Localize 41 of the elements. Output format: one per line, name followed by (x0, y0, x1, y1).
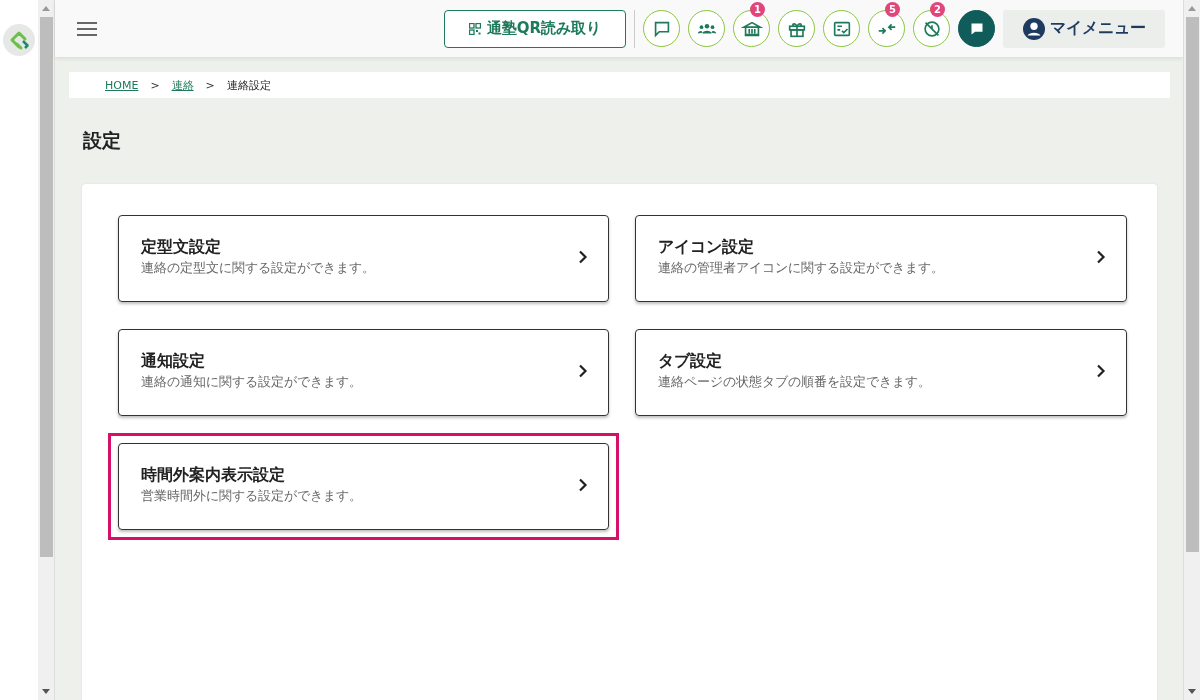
user-avatar-icon (1022, 17, 1045, 40)
breadcrumb-link[interactable]: HOME (105, 78, 139, 92)
chevron-right-icon (1096, 249, 1106, 264)
chat-bubble-button[interactable] (643, 10, 680, 47)
settings-card[interactable]: アイコン設定 連絡の管理者アイコンに関する設定ができます。 (635, 215, 1127, 302)
card-title: タブ設定 (658, 350, 723, 372)
chevron-right-icon (578, 363, 588, 378)
breadcrumb-link[interactable]: 連絡 (171, 77, 194, 93)
checklist-button[interactable] (823, 10, 860, 47)
gift-button[interactable] (778, 10, 815, 47)
my-menu-button[interactable]: マイメニュー (1003, 9, 1165, 48)
message-button[interactable] (958, 10, 995, 47)
card-description: 連絡の管理者アイコンに関する設定ができます。 (658, 259, 945, 277)
settings-card[interactable]: 定型文設定 連絡の定型文に関する設定ができます。 (118, 215, 609, 302)
breadcrumb-current: 連絡設定 (226, 77, 271, 93)
qr-scan-button[interactable]: 通塾QR読み取り (444, 9, 626, 48)
card-description: 営業時間外に関する設定ができます。 (141, 487, 363, 505)
card-description: 連絡の通知に関する設定ができます。 (141, 373, 363, 391)
settings-card[interactable]: 時間外案内表示設定 営業時間外に関する設定ができます。 (118, 443, 609, 530)
chevron-right-icon (578, 249, 588, 264)
scrollbar[interactable] (38, 0, 55, 700)
card-description: 連絡ページの状態タブの順番を設定できます。 (658, 373, 932, 391)
card-title: アイコン設定 (658, 236, 755, 258)
chevron-right-icon (578, 477, 588, 492)
settings-card[interactable]: 通知設定 連絡の通知に関する設定ができます。 (118, 329, 609, 416)
breadcrumb-separator: > (150, 78, 160, 92)
settings-card[interactable]: タブ設定 連絡ページの状態タブの順番を設定できます。 (635, 329, 1127, 416)
breadcrumb-separator: > (205, 78, 215, 92)
qr-code-icon (468, 22, 481, 35)
notification-badge: 1 (750, 2, 765, 17)
card-title: 定型文設定 (141, 236, 222, 258)
page-title: 設定 (83, 128, 122, 153)
notification-badge: 2 (930, 2, 945, 17)
scrollbar[interactable] (1183, 0, 1200, 700)
people-button[interactable] (688, 10, 725, 47)
card-title: 通知設定 (141, 350, 206, 372)
card-description: 連絡の定型文に関する設定ができます。 (141, 259, 376, 277)
notification-badge: 5 (885, 2, 900, 17)
card-title: 時間外案内表示設定 (141, 464, 286, 486)
chevron-right-icon (1096, 363, 1106, 378)
menu-icon[interactable] (77, 21, 97, 36)
